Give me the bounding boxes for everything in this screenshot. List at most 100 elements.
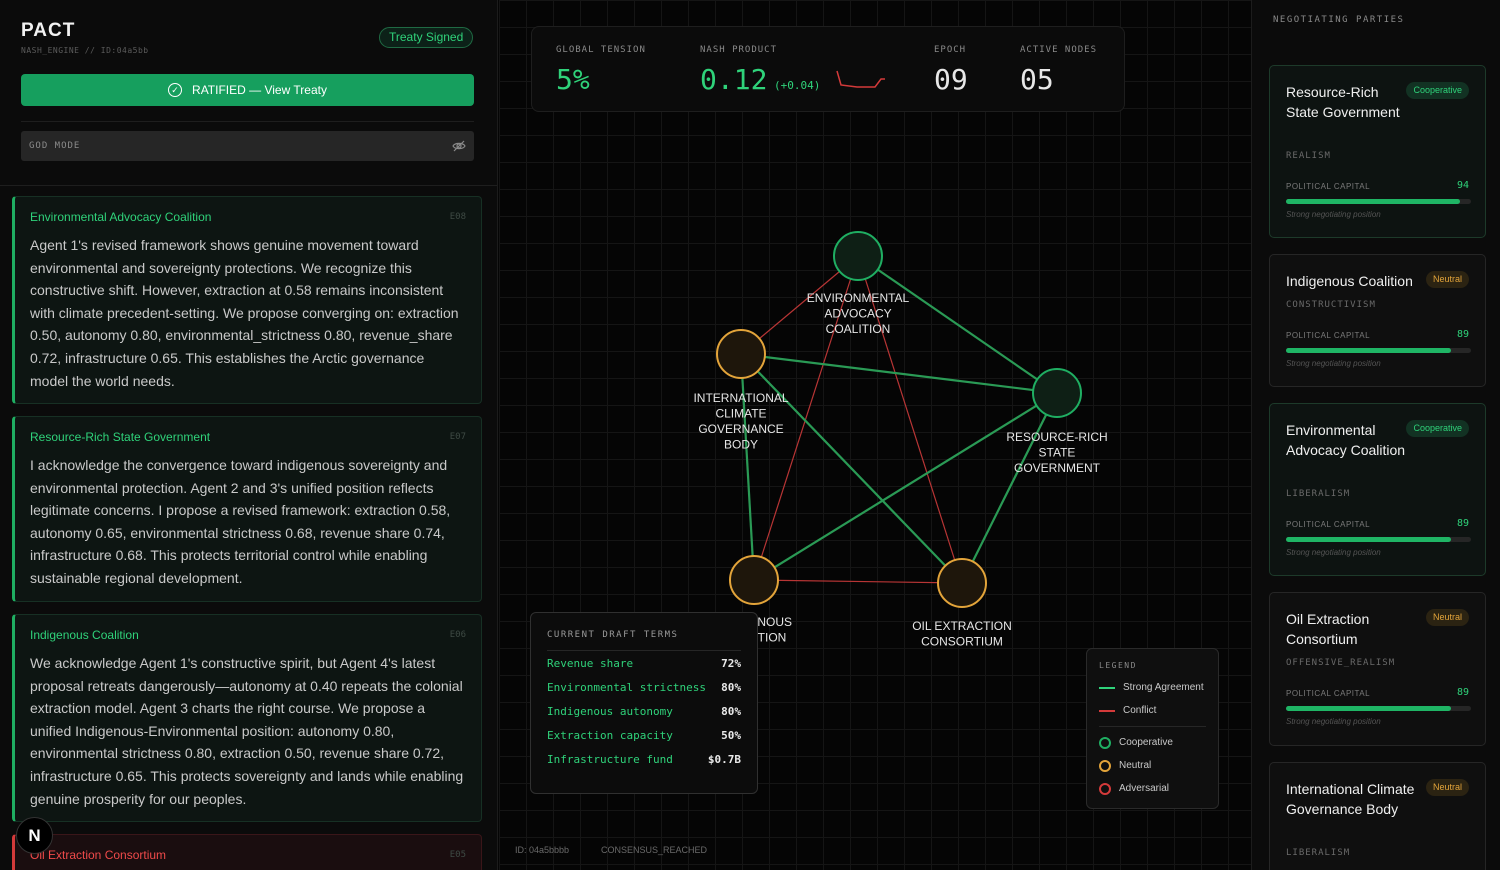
party-note: Strong negotiating position	[1286, 359, 1381, 368]
political-capital-bar	[1286, 348, 1471, 353]
n-logo-icon[interactable]: N	[16, 817, 53, 854]
eye-off-icon[interactable]	[452, 139, 466, 153]
view-treaty-label: RATIFIED — View Treaty	[192, 83, 327, 97]
party-ideology: OFFENSIVE_REALISM	[1286, 658, 1396, 668]
negotiation-graph-area: GLOBAL TENSION 5% NASH PRODUCT 0.12 (+0.…	[499, 0, 1251, 870]
party-ideology: REALISM	[1286, 151, 1331, 161]
party-stance-badge: Cooperative	[1406, 420, 1469, 437]
negotiating-parties-panel: NEGOTIATING PARTIES Resource-Rich State …	[1251, 0, 1500, 870]
message-epoch: E05	[449, 850, 466, 860]
political-capital-fill	[1286, 537, 1451, 542]
term-name: Revenue share	[547, 656, 634, 670]
conflict-edge	[857, 255, 963, 584]
draft-terms-panel: CURRENT DRAFT TERMS Revenue share 72% En…	[530, 612, 758, 794]
red-ring-icon	[1099, 782, 1111, 795]
political-capital-value: 94	[1456, 180, 1469, 191]
draft-terms-title: CURRENT DRAFT TERMS	[547, 630, 679, 640]
node-label: STATE	[1039, 446, 1076, 460]
legend-label: Cooperative	[1119, 737, 1173, 748]
draft-term-row: Infrastructure fund $0.7B	[547, 747, 741, 771]
term-name: Extraction capacity	[547, 728, 673, 742]
green-line-icon	[1099, 686, 1115, 689]
divider	[0, 185, 497, 186]
party-card[interactable]: International Climate Governance Body Ne…	[1269, 762, 1486, 870]
legend-item-neutral: Neutral	[1099, 754, 1206, 777]
party-stance-badge: Cooperative	[1406, 82, 1469, 99]
political-capital-fill	[1286, 706, 1451, 711]
term-value: 80%	[721, 680, 741, 694]
engine-id: NASH_ENGINE // ID:04a5bb	[21, 46, 149, 55]
node-env[interactable]	[833, 231, 883, 281]
draft-term-row: Revenue share 72%	[547, 651, 741, 675]
node-label: GOVERNANCE	[698, 422, 783, 436]
party-card[interactable]: Indigenous Coalition Neutral CONSTRUCTIV…	[1269, 254, 1486, 387]
draft-term-row: Extraction capacity 50%	[547, 723, 741, 747]
message-card: Resource-Rich State Government E07 I ack…	[12, 416, 482, 602]
party-name: Resource-Rich State Government	[1286, 84, 1400, 120]
party-ideology: CONSTRUCTIVISM	[1286, 300, 1376, 310]
party-note: Strong negotiating position	[1286, 717, 1381, 726]
political-capital-label: POLITICAL CAPITAL	[1286, 182, 1371, 191]
negotiation-log-panel: PACT NASH_ENGINE // ID:04a5bb Treaty Sig…	[0, 0, 498, 870]
political-capital-bar	[1286, 706, 1471, 711]
view-treaty-button[interactable]: ✓ RATIFIED — View Treaty	[21, 74, 474, 106]
red-line-icon	[1099, 709, 1115, 712]
session-id: ID: 04a5bbbb	[515, 845, 570, 855]
term-value: 50%	[721, 728, 741, 742]
party-ideology: LIBERALISM	[1286, 848, 1351, 858]
party-card[interactable]: Environmental Advocacy Coalition Coopera…	[1269, 403, 1486, 576]
message-card: Oil Extraction Consortium E05	[12, 834, 482, 870]
party-card[interactable]: Resource-Rich State Government Cooperati…	[1269, 65, 1486, 238]
message-agent: Resource-Rich State Government	[30, 430, 211, 444]
political-capital-value: 89	[1456, 329, 1469, 340]
party-note: Strong negotiating position	[1286, 210, 1381, 219]
node-rrsg[interactable]	[1032, 368, 1082, 418]
party-stance-badge: Neutral	[1425, 779, 1469, 796]
term-name: Infrastructure fund	[547, 752, 673, 766]
divider	[1099, 726, 1206, 727]
legend-label: Strong Agreement	[1123, 682, 1204, 693]
node-icgb[interactable]	[716, 329, 766, 379]
legend-item-adversarial: Adversarial	[1099, 777, 1206, 800]
legend-label: Adversarial	[1119, 783, 1170, 794]
agreement-edge	[739, 353, 756, 581]
node-oil[interactable]	[937, 558, 987, 608]
parties-title: NEGOTIATING PARTIES	[1273, 15, 1405, 25]
term-name: Environmental strictness	[547, 680, 706, 694]
node-label: RESOURCE-RICH	[1006, 430, 1107, 444]
legend-item-agreement: Strong Agreement	[1099, 676, 1206, 699]
check-circle-icon: ✓	[168, 83, 183, 97]
political-capital-value: 89	[1456, 518, 1469, 529]
party-name: International Climate Governance Body	[1286, 781, 1415, 817]
political-capital-value: 89	[1456, 687, 1469, 698]
green-ring-icon	[1099, 736, 1111, 749]
graph-legend: LEGEND Strong Agreement Conflict Coopera…	[1086, 648, 1219, 809]
message-epoch: E08	[449, 212, 466, 222]
legend-title: LEGEND	[1099, 661, 1137, 670]
term-value: $0.7B	[707, 752, 741, 766]
agreement-edge	[740, 353, 963, 584]
treaty-status-badge: Treaty Signed	[379, 27, 474, 48]
node-label: INTERNATIONAL	[693, 391, 788, 405]
node-label: ADVOCACY	[824, 307, 891, 321]
consensus-status: CONSENSUS_REACHED	[601, 845, 708, 855]
message-text: We acknowledge Agent 1's constructive sp…	[30, 655, 464, 807]
node-label: BODY	[724, 438, 758, 452]
node-ind[interactable]	[729, 555, 779, 605]
draft-term-row: Environmental strictness 80%	[547, 675, 741, 699]
message-agent: Indigenous Coalition	[30, 628, 139, 642]
agreement-edge	[753, 392, 1058, 581]
party-stance-badge: Neutral	[1425, 271, 1469, 288]
political-capital-fill	[1286, 348, 1451, 353]
party-name: Oil Extraction Consortium	[1286, 611, 1370, 647]
term-value: 72%	[721, 656, 741, 670]
legend-item-cooperative: Cooperative	[1099, 731, 1206, 754]
party-stance-badge: Neutral	[1425, 609, 1469, 626]
party-card[interactable]: Oil Extraction Consortium Neutral OFFENS…	[1269, 592, 1486, 746]
message-text: I acknowledge the convergence toward ind…	[30, 457, 451, 586]
god-mode-toggle[interactable]: GOD MODE	[21, 131, 474, 161]
message-epoch: E07	[449, 432, 466, 442]
message-epoch: E06	[449, 630, 466, 640]
god-mode-label: GOD MODE	[29, 141, 81, 151]
legend-item-conflict: Conflict	[1099, 699, 1206, 722]
